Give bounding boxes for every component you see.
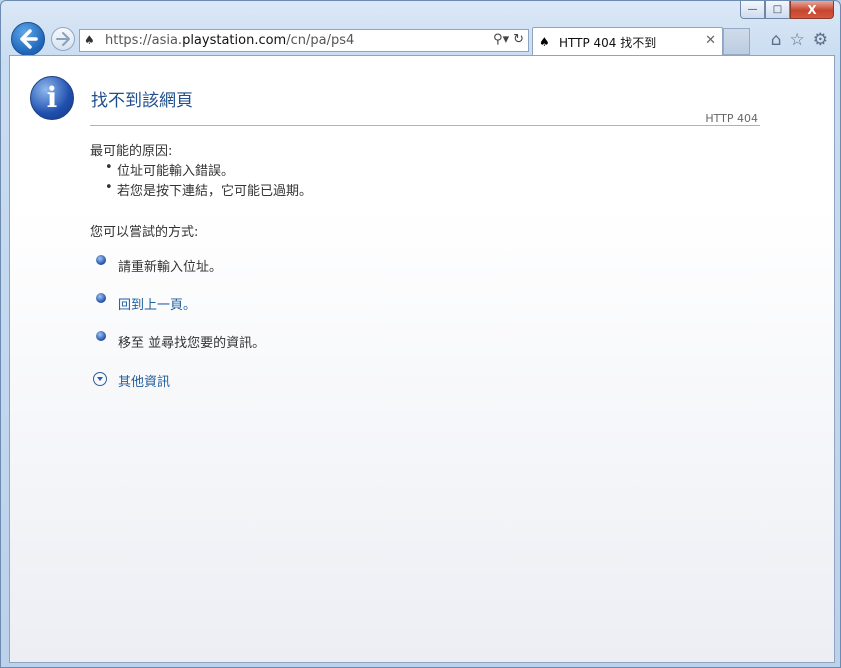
chevron-down-icon[interactable]: [93, 372, 107, 386]
tab-close-icon[interactable]: ✕: [705, 33, 716, 48]
address-url: https://asia.playstation.com/cn/pa/ps4: [105, 33, 354, 48]
back-button[interactable]: [11, 22, 45, 56]
info-icon: i: [30, 76, 74, 120]
browser-window: — □ X ♠ https://asia.playstation.com/cn/…: [0, 0, 841, 668]
cause-item: 位址可能輸入錯誤。: [105, 160, 234, 179]
address-bar[interactable]: ♠ https://asia.playstation.com/cn/pa/ps4…: [79, 29, 529, 52]
cause-item: 若您是按下連結，它可能已過期。: [105, 180, 312, 199]
option-retype: 請重新輸入位址。: [118, 260, 223, 275]
bullet-orb-icon: [96, 293, 106, 303]
forward-button[interactable]: [51, 27, 75, 51]
tab-active[interactable]: ♠ HTTP 404 找不到 ✕: [532, 27, 723, 55]
caption-buttons: — □ X: [740, 1, 834, 19]
minimize-button[interactable]: —: [740, 1, 765, 19]
close-button[interactable]: X: [790, 1, 834, 19]
page-title: 找不到該網頁: [91, 91, 193, 111]
divider: [90, 125, 760, 126]
new-tab-button[interactable]: [723, 28, 750, 55]
url-domain: playstation.com: [182, 33, 287, 48]
bullet-orb-icon: [96, 255, 106, 265]
address-tools: ⚲▾ ↻: [493, 32, 524, 47]
gear-icon[interactable]: ⚙: [813, 30, 828, 50]
refresh-icon[interactable]: ↻: [513, 32, 524, 47]
go-back-link[interactable]: 回到上一頁。: [118, 294, 196, 313]
causes-heading: 最可能的原因:: [90, 144, 173, 159]
options-heading: 您可以嘗試的方式:: [90, 225, 199, 240]
more-info-link[interactable]: 其他資訊: [118, 371, 170, 390]
playstation-icon: ♠: [84, 33, 95, 47]
option-navigate: 移至 並尋找您要的資訊。: [118, 336, 266, 351]
maximize-button[interactable]: □: [765, 1, 790, 19]
playstation-icon: ♠: [539, 35, 550, 49]
page-content: i 找不到該網頁 HTTP 404 最可能的原因: 位址可能輸入錯誤。 若您是按…: [9, 55, 835, 663]
bullet-orb-icon: [96, 331, 106, 341]
arrow-right-icon: [56, 32, 70, 46]
browser-toolbar-icons: ⌂ ☆ ⚙: [771, 30, 828, 50]
tab-title: HTTP 404 找不到: [559, 36, 657, 50]
url-path: /cn/pa/ps4: [286, 33, 355, 48]
star-icon[interactable]: ☆: [790, 30, 805, 50]
arrow-left-icon: [20, 29, 38, 49]
home-icon[interactable]: ⌂: [771, 30, 782, 50]
http-code: HTTP 404: [705, 112, 758, 125]
search-icon[interactable]: ⚲▾: [493, 32, 509, 47]
url-prefix: https://asia.: [105, 33, 183, 48]
